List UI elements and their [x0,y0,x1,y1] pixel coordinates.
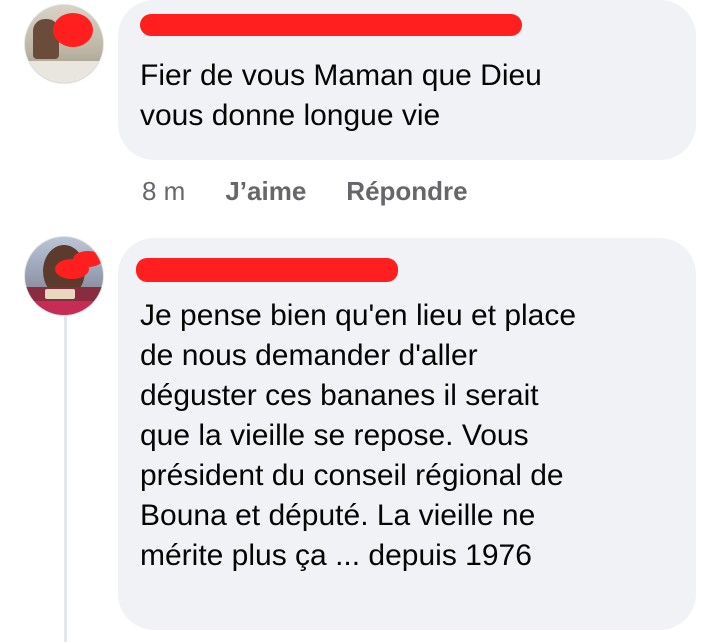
avatar[interactable] [24,4,104,84]
author-name-redaction [136,258,398,282]
comment-bubble: Je pense bien qu'en lieu et place de nou… [118,238,696,630]
comment-text: Je pense bien qu'en lieu et place de nou… [140,299,577,572]
thread-line [64,312,67,642]
avatar[interactable] [24,236,104,316]
comment-actions: 8 m J’aime Répondre [142,176,468,207]
author-name-redaction [140,14,522,36]
comment-bubble: Fier de vous Maman que Dieu vous donne l… [118,0,696,160]
redaction-scribble [73,251,103,267]
comment-text: Fier de vous Maman que Dieu vous donne l… [140,59,542,132]
avatar-badge [45,289,75,299]
comment-timestamp[interactable]: 8 m [142,176,185,207]
avatar-bottom [25,301,103,315]
reply-button[interactable]: Répondre [346,176,467,207]
avatar-table [25,61,103,83]
redaction-scribble [53,13,93,47]
like-button[interactable]: J’aime [225,176,306,207]
